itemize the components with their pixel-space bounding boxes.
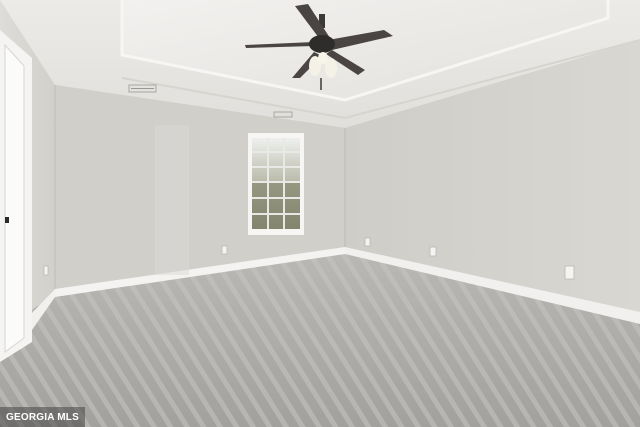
fan-motor [309,35,335,53]
electrical-outlet [221,245,228,255]
door-latch [5,217,9,223]
fan-light [318,52,328,64]
electrical-outlet [364,237,371,247]
electrical-outlet [429,246,437,257]
window [248,133,304,235]
air-vent [128,84,157,93]
light-reflection [155,125,189,275]
electrical-outlet [43,265,49,276]
door [0,30,32,362]
watermark-logo: GEORGIA MLS [0,407,85,427]
bedroom-photo [0,0,640,427]
air-vent [273,111,293,118]
electrical-outlet [564,265,575,280]
